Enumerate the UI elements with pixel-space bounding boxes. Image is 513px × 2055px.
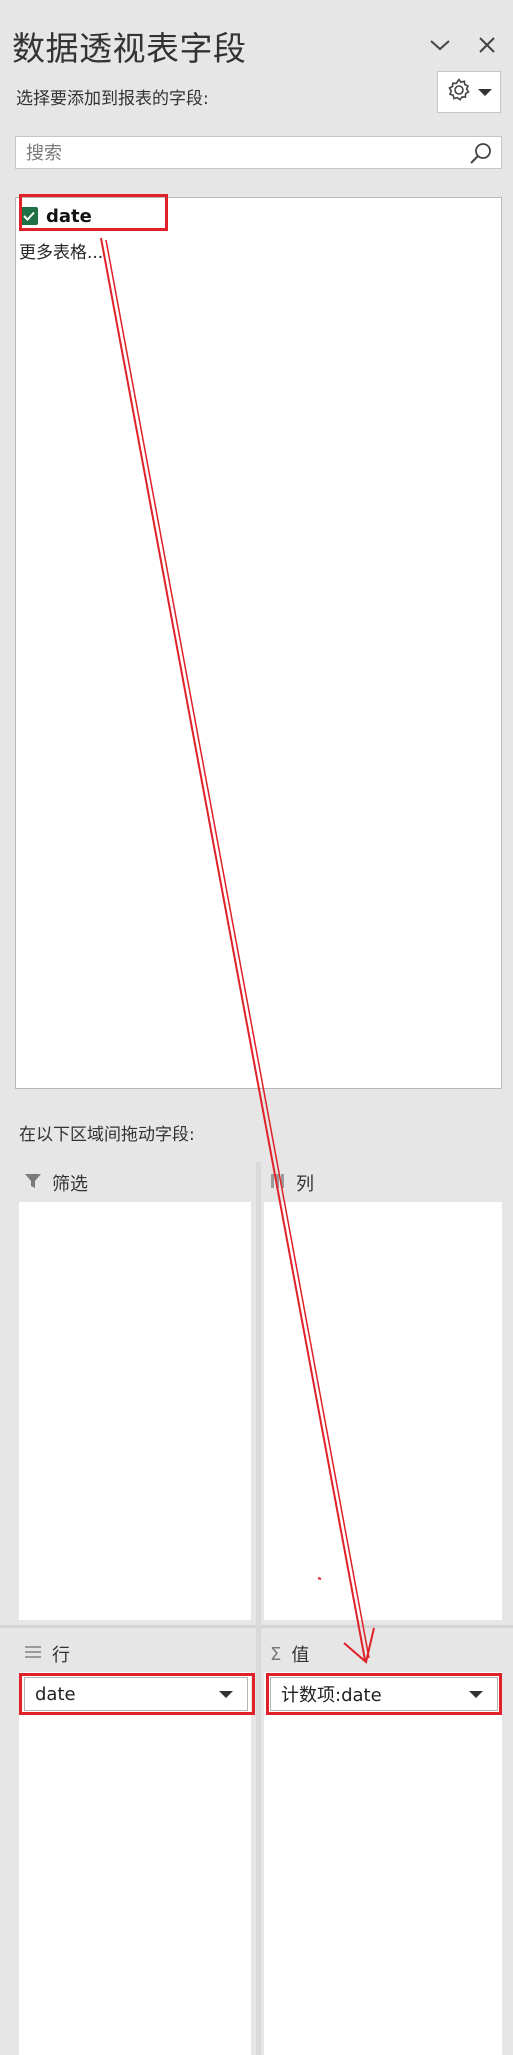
rows-area-header: 行 bbox=[24, 1641, 70, 1667]
rows-area-label: 行 bbox=[52, 1645, 70, 1666]
columns-drop-zone[interactable] bbox=[264, 1202, 502, 1620]
sigma-icon: Σ bbox=[270, 1643, 282, 1665]
filter-area-header: 筛选 bbox=[24, 1170, 88, 1196]
more-tables-link[interactable]: 更多表格... bbox=[19, 238, 103, 263]
drag-areas-hint: 在以下区域间拖动字段: bbox=[19, 1125, 195, 1145]
settings-button[interactable] bbox=[437, 71, 501, 113]
gear-icon bbox=[446, 77, 472, 107]
field-list: date 更多表格... bbox=[15, 197, 502, 1089]
filter-area-label: 筛选 bbox=[52, 1174, 88, 1195]
columns-icon bbox=[270, 1172, 286, 1195]
search-input[interactable] bbox=[24, 141, 458, 166]
filter-drop-zone[interactable] bbox=[19, 1202, 251, 1620]
close-icon[interactable] bbox=[472, 30, 502, 60]
search-box bbox=[15, 136, 502, 169]
rows-drop-zone[interactable] bbox=[19, 1672, 251, 2055]
values-area-header: Σ 值 bbox=[270, 1641, 309, 1667]
annotation-box-rows bbox=[19, 1673, 255, 1715]
search-icon[interactable] bbox=[469, 142, 493, 166]
annotation-box-field bbox=[19, 194, 168, 231]
values-drop-zone[interactable] bbox=[264, 1672, 502, 2055]
chevron-down-icon[interactable] bbox=[425, 30, 455, 60]
pane-title: 数据透视表字段 bbox=[12, 29, 247, 68]
rows-icon bbox=[24, 1644, 42, 1665]
area-splitter[interactable] bbox=[256, 1162, 261, 2055]
columns-area-header: 列 bbox=[270, 1170, 314, 1196]
field-list-subtitle: 选择要添加到报表的字段: bbox=[16, 89, 209, 109]
filter-icon bbox=[24, 1172, 42, 1195]
columns-area-label: 列 bbox=[296, 1174, 314, 1195]
dropdown-caret-icon bbox=[478, 88, 492, 96]
annotation-box-values bbox=[266, 1673, 502, 1715]
values-area-label: 值 bbox=[291, 1645, 310, 1666]
